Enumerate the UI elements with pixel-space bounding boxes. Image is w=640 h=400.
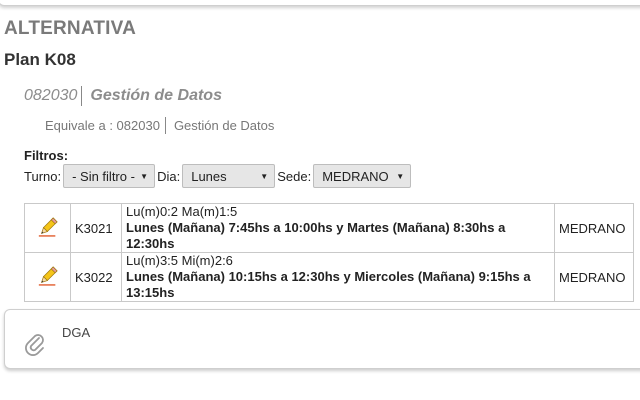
divider bbox=[81, 86, 83, 106]
divider bbox=[164, 117, 166, 134]
table-row: K3022 Lu(m)3:5 Mi(m)2:6 Lunes (Mañana) 1… bbox=[24, 252, 634, 302]
turno-label: Turno: bbox=[24, 168, 62, 184]
equivalence-name: Gestión de Datos bbox=[173, 118, 275, 133]
course-code: K3021 bbox=[70, 203, 122, 253]
note-text: DGA bbox=[62, 325, 91, 340]
course-code: K3022 bbox=[70, 252, 122, 302]
equivalence-line: Equivale a : 082030 Gestión de Datos bbox=[45, 117, 274, 134]
course-schedule: Lu(m)0:2 Ma(m)1:5 Lunes (Mañana) 7:45hs … bbox=[121, 203, 555, 253]
equivalence-label: Equivale a : 082030 bbox=[45, 118, 160, 133]
table-row: K3021 Lu(m)0:2 Ma(m)1:5 Lunes (Mañana) 7… bbox=[24, 203, 634, 253]
sede-label: Sede: bbox=[277, 168, 312, 184]
subject-name: Gestión de Datos bbox=[90, 87, 222, 104]
dia-select[interactable]: Lunes ▼ bbox=[182, 164, 276, 188]
section-title: ALTERNATIVA bbox=[4, 18, 137, 39]
subject-code: 082030 bbox=[24, 87, 78, 104]
sede-select-value: MEDRANO bbox=[322, 168, 389, 184]
subject-heading: 082030 Gestión de Datos bbox=[24, 86, 222, 106]
course-days: Lu(m)3:5 Mi(m)2:6 bbox=[126, 253, 233, 268]
courses-table: K3021 Lu(m)0:2 Ma(m)1:5 Lunes (Mañana) 7… bbox=[24, 203, 634, 302]
edit-cell bbox=[24, 203, 71, 253]
turno-select-value: - Sin filtro - bbox=[72, 168, 135, 184]
pencil-icon[interactable] bbox=[37, 265, 59, 287]
course-sede: MEDRANO bbox=[554, 252, 634, 302]
course-hours: Lunes (Mañana) 10:15hs a 12:30hs y Mierc… bbox=[126, 269, 531, 300]
note-box bbox=[4, 309, 640, 369]
pencil-icon[interactable] bbox=[37, 216, 59, 238]
course-hours: Lunes (Mañana) 7:45hs a 10:00hs y Martes… bbox=[126, 220, 506, 251]
plan-title: Plan K08 bbox=[4, 50, 76, 69]
dropdown-arrow-icon: ▼ bbox=[396, 171, 405, 181]
sede-select[interactable]: MEDRANO ▼ bbox=[313, 164, 412, 188]
dia-select-value: Lunes bbox=[191, 168, 227, 184]
filters-bar: Turno: - Sin filtro - ▼ Dia: Lunes ▼ Sed… bbox=[24, 164, 413, 188]
dropdown-arrow-icon: ▼ bbox=[140, 171, 149, 181]
course-sede: MEDRANO bbox=[554, 203, 634, 253]
course-schedule: Lu(m)3:5 Mi(m)2:6 Lunes (Mañana) 10:15hs… bbox=[121, 252, 555, 302]
filters-title: Filtros: bbox=[24, 148, 69, 163]
turno-select[interactable]: - Sin filtro - ▼ bbox=[63, 164, 156, 188]
top-card bbox=[0, 0, 640, 6]
dropdown-arrow-icon: ▼ bbox=[260, 171, 269, 181]
course-days: Lu(m)0:2 Ma(m)1:5 bbox=[126, 204, 238, 219]
edit-cell bbox=[24, 252, 71, 302]
dia-label: Dia: bbox=[157, 168, 181, 184]
paperclip-icon[interactable] bbox=[24, 332, 46, 356]
